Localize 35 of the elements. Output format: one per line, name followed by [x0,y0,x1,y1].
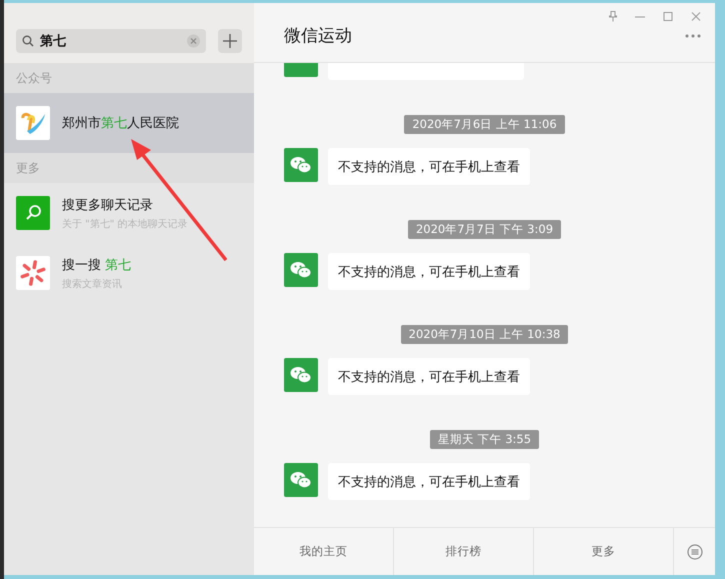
bottom-tab[interactable]: 我的主页 [254,528,394,575]
timestamp: 2020年7月10日 上午 10:38 [400,325,568,344]
chat-bubbles-icon [290,261,312,279]
search-result-item[interactable]: 郑州市第七人民医院 [4,93,254,153]
pin-icon[interactable] [609,11,617,22]
chat-bubbles-icon [290,366,312,384]
star-burst-icon [16,256,50,290]
timestamp: 2020年7月6日 上午 11:06 [404,115,565,134]
clear-icon[interactable] [187,34,200,48]
result-title: 搜更多聊天记录 [62,196,154,214]
timestamp: 星期天 下午 3:55 [430,430,540,449]
search-icon [22,35,34,47]
message-bubble: 不支持的消息，可在手机上查看 [328,253,530,290]
close-icon[interactable] [691,11,701,22]
message-bubble: 不支持的消息，可在手机上查看 [328,358,530,395]
chat-bubbles-icon [290,471,312,489]
section-title: 更多 [16,160,40,176]
more-icon[interactable] [685,34,701,38]
chat-title: 微信运动 [284,25,352,47]
bottom-tab[interactable]: 更多 [534,528,674,575]
search-field[interactable]: 第七 [16,29,206,53]
timestamp: 2020年7月7日 下午 3:09 [408,220,562,239]
search-icon [16,196,50,230]
result-title: 搜一搜 第七 [62,256,132,274]
maximize-icon[interactable] [663,11,673,22]
message-bubble: 不支持的消息，可在手机上查看 [328,463,530,500]
plus-icon [223,34,237,48]
logo-icon [16,106,50,140]
menu-icon[interactable] [686,544,702,560]
message-bubble: 不支持的消息，可在手机上查看 [328,148,530,185]
result-title: 郑州市第七人民医院 [62,115,179,132]
section-title: 公众号 [16,70,52,86]
chat-bubbles-icon [290,156,312,174]
add-button[interactable] [218,29,242,53]
bottom-tab[interactable]: 排行榜 [394,528,534,575]
